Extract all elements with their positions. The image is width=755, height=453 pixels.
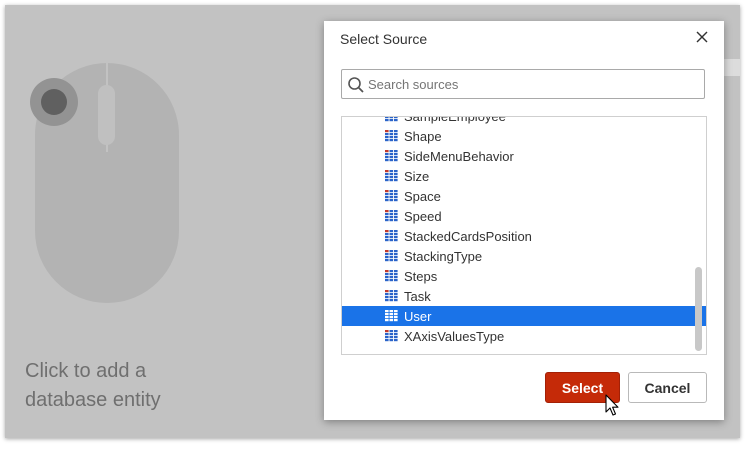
- placeholder-line-1: Click to add a: [25, 360, 147, 382]
- close-icon: [696, 31, 708, 43]
- list-item-label: Size: [404, 168, 430, 184]
- entity-icon: [385, 230, 398, 242]
- entity-icon: [385, 117, 398, 122]
- list-item-label: Space: [404, 188, 441, 204]
- list-item-label: Speed: [404, 208, 442, 224]
- list-item[interactable]: Speed: [342, 206, 706, 226]
- list-item[interactable]: Steps: [342, 266, 706, 286]
- list-item[interactable]: XAxisValuesType: [342, 326, 706, 346]
- list-item[interactable]: SideMenuBehavior: [342, 146, 706, 166]
- list-item[interactable]: Task: [342, 286, 706, 306]
- select-source-dialog: Select Source SampleEmployee Shape SideMen…: [324, 21, 724, 420]
- search-box: [341, 69, 705, 99]
- entity-icon: [385, 290, 398, 302]
- entity-icon: [385, 190, 398, 202]
- search-input[interactable]: [368, 70, 702, 98]
- placeholder-line-2: database entity: [25, 389, 161, 411]
- source-list: SampleEmployee Shape SideMenuBehavior Size S…: [341, 116, 707, 355]
- list-item-label: Shape: [404, 128, 442, 144]
- list-item-label: SideMenuBehavior: [404, 148, 514, 164]
- entity-icon: [385, 170, 398, 182]
- list-item-label: XAxisValuesType: [404, 328, 505, 344]
- dialog-title: Select Source: [340, 31, 428, 47]
- entity-icon: [385, 310, 398, 322]
- list-item-label: User: [404, 308, 432, 324]
- add-entity-placeholder[interactable]: Click to add a database entity: [25, 357, 245, 415]
- list-scrollbar[interactable]: [695, 267, 702, 351]
- list-item[interactable]: SampleEmployee: [342, 116, 706, 126]
- mouse-pointer-icon: [605, 394, 619, 416]
- list-item-label: SampleEmployee: [404, 116, 506, 124]
- list-item[interactable]: Shape: [342, 126, 706, 146]
- list-item-label: Steps: [404, 268, 438, 284]
- close-button[interactable]: [692, 27, 712, 47]
- entity-icon: [385, 130, 398, 142]
- source-list-items: SampleEmployee Shape SideMenuBehavior Size S…: [342, 116, 706, 346]
- entity-icon: [385, 270, 398, 282]
- list-item[interactable]: StackedCardsPosition: [342, 226, 706, 246]
- entity-icon: [385, 210, 398, 222]
- list-item[interactable]: User: [342, 306, 706, 326]
- list-item-label: StackedCardsPosition: [404, 228, 532, 244]
- mouse-icon: [30, 63, 179, 303]
- list-item[interactable]: StackingType: [342, 246, 706, 266]
- list-item[interactable]: Space: [342, 186, 706, 206]
- cancel-button[interactable]: Cancel: [628, 372, 707, 403]
- search-icon: [348, 77, 364, 93]
- entity-icon: [385, 330, 398, 342]
- entity-icon: [385, 150, 398, 162]
- entity-icon: [385, 250, 398, 262]
- list-item-label: Task: [404, 288, 431, 304]
- list-item-label: StackingType: [404, 248, 483, 264]
- list-item[interactable]: Size: [342, 166, 706, 186]
